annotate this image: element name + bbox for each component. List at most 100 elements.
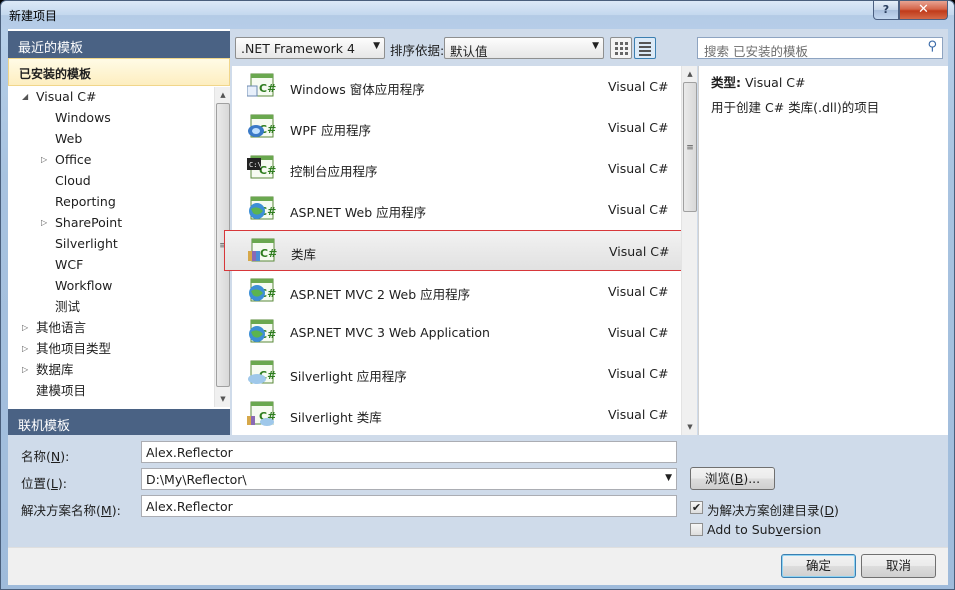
- tree-item[interactable]: Reporting: [55, 192, 116, 212]
- grid-view-icon: [615, 42, 628, 55]
- template-item[interactable]: C# ASP.NET MVC 3 Web Application Visual C#: [232, 312, 681, 353]
- template-name: Silverlight 类库: [290, 410, 382, 425]
- silverlight-icon: C#: [247, 359, 277, 387]
- web-app-icon: C#: [247, 195, 277, 223]
- tree-item-label: Reporting: [55, 194, 116, 209]
- template-item[interactable]: C# Silverlight 类库 Visual C#: [232, 394, 681, 435]
- template-language: Visual C#: [608, 407, 669, 422]
- new-project-dialog: 新建项目 ? ✕ 最近的模板 已安装的模板 ◢ Visual C# Windows W…: [0, 0, 955, 590]
- solution-name-label: 解决方案名称(M):: [21, 503, 121, 518]
- framework-dropdown[interactable]: .NET Framework 4 ▼: [235, 37, 385, 59]
- close-button[interactable]: ✕: [899, 1, 948, 20]
- tree-item-label: Visual C#: [36, 89, 97, 104]
- collapsed-arrow-icon[interactable]: ▷: [22, 318, 28, 338]
- collapsed-arrow-icon[interactable]: ▷: [22, 360, 28, 380]
- recent-templates-header[interactable]: 最近的模板: [8, 31, 230, 58]
- tree-item[interactable]: ▷ SharePoint: [41, 213, 122, 233]
- location-combobox[interactable]: D:\My\Reflector\ ▼: [141, 468, 677, 490]
- tree-item[interactable]: ▷ Office: [41, 150, 92, 170]
- template-name: ASP.NET MVC 2 Web 应用程序: [290, 287, 471, 302]
- search-placeholder: 搜索 已安装的模板: [704, 44, 808, 59]
- svg-text:C:\: C:\: [249, 161, 262, 169]
- framework-value: .NET Framework 4: [241, 41, 355, 56]
- tree-item-label: 建模项目: [36, 383, 87, 398]
- scroll-thumb[interactable]: ≡: [683, 82, 697, 212]
- add-to-subversion-checkbox[interactable]: [690, 523, 703, 536]
- tree-item[interactable]: ◢ Visual C#: [22, 87, 97, 107]
- web-app-icon: C#: [247, 318, 277, 346]
- template-item[interactable]: C# ASP.NET Web 应用程序 Visual C#: [232, 189, 681, 230]
- sort-value: 默认值: [450, 44, 488, 59]
- small-icons-view-button[interactable]: [610, 37, 632, 59]
- template-name: WPF 应用程序: [290, 123, 372, 138]
- scroll-up-icon[interactable]: ▲: [215, 87, 231, 103]
- template-description-pane: 类型: Visual C# 用于创建 C# 类库(.dll)的项目: [698, 66, 948, 435]
- create-directory-checkbox[interactable]: ✔: [690, 501, 703, 514]
- template-name: 控制台应用程序: [290, 164, 378, 179]
- winforms-icon: C#: [246, 72, 277, 100]
- ok-button[interactable]: 确定: [781, 554, 856, 578]
- template-language: Visual C#: [608, 161, 669, 176]
- search-icon[interactable]: ⚲: [927, 39, 937, 54]
- add-to-subversion-label[interactable]: Add to Subversion: [707, 522, 821, 537]
- scroll-down-icon[interactable]: ▼: [215, 391, 231, 407]
- template-language: Visual C#: [608, 120, 669, 135]
- template-item[interactable]: C# C:\ 控制台应用程序 Visual C#: [232, 148, 681, 189]
- title-bar[interactable]: 新建项目 ? ✕: [1, 1, 954, 29]
- tree-item[interactable]: ▷ 其他项目类型: [22, 339, 112, 359]
- collapsed-arrow-icon[interactable]: ▷: [41, 150, 47, 170]
- online-templates-header[interactable]: 联机模板: [8, 409, 230, 435]
- template-item[interactable]: C# Windows 窗体应用程序 Visual C#: [232, 66, 681, 107]
- tree-item-label: Office: [55, 152, 92, 167]
- template-name: ASP.NET MVC 3 Web Application: [290, 325, 490, 340]
- expanded-arrow-icon[interactable]: ◢: [22, 87, 28, 107]
- create-directory-label[interactable]: 为解决方案创建目录(D): [707, 500, 839, 519]
- sort-dropdown[interactable]: 默认值 ▼: [444, 37, 604, 59]
- template-list-scrollbar[interactable]: ▲ ≡ ▼: [681, 66, 697, 435]
- tree-item[interactable]: Cloud: [55, 171, 91, 191]
- dialog-footer: 确定 取消: [8, 547, 948, 585]
- console-icon: C# C:\: [247, 154, 277, 182]
- template-name: Windows 窗体应用程序: [290, 82, 425, 97]
- tree-item-label: Cloud: [55, 173, 91, 188]
- template-language: Visual C#: [609, 244, 670, 259]
- cancel-button[interactable]: 取消: [861, 554, 936, 578]
- type-label: 类型:: [711, 75, 741, 90]
- tree-item[interactable]: Silverlight: [55, 234, 118, 254]
- type-value: Visual C#: [744, 75, 806, 90]
- chevron-down-icon[interactable]: ▼: [665, 473, 672, 483]
- template-description: 用于创建 C# 类库(.dll)的项目: [711, 100, 880, 115]
- tree-item[interactable]: ▷ 数据库: [22, 360, 74, 380]
- help-button[interactable]: ?: [873, 1, 899, 20]
- collapsed-arrow-icon[interactable]: ▷: [41, 213, 47, 233]
- tree-item[interactable]: Web: [55, 129, 82, 149]
- tree-item[interactable]: 测试: [55, 297, 80, 317]
- tree-item-label: 其他项目类型: [36, 341, 112, 356]
- template-item[interactable]: C# ASP.NET MVC 2 Web 应用程序 Visual C#: [232, 271, 681, 312]
- scroll-up-icon[interactable]: ▲: [682, 66, 698, 82]
- window-title: 新建项目: [9, 9, 58, 23]
- template-item[interactable]: C# Silverlight 应用程序 Visual C#: [232, 353, 681, 394]
- web-app-icon: C#: [247, 277, 277, 305]
- solution-name-input[interactable]: Alex.Reflector: [141, 495, 677, 517]
- tree-item[interactable]: Windows: [55, 108, 111, 128]
- tree-item[interactable]: 建模项目: [36, 381, 86, 401]
- template-item[interactable]: C# WPF 应用程序 Visual C#: [232, 107, 681, 148]
- tree-item-label: Web: [55, 131, 83, 146]
- browse-button[interactable]: 浏览(B)...: [690, 467, 775, 490]
- location-value: D:\My\Reflector\: [146, 472, 247, 487]
- tree-item[interactable]: Workflow: [55, 276, 112, 296]
- details-view-button[interactable]: [634, 37, 656, 59]
- template-language: Visual C#: [608, 202, 669, 217]
- project-name-input[interactable]: Alex.Reflector: [141, 441, 677, 463]
- template-language: Visual C#: [608, 284, 669, 299]
- collapsed-arrow-icon[interactable]: ▷: [22, 339, 28, 359]
- tree-item[interactable]: WCF: [55, 255, 83, 275]
- scroll-down-icon[interactable]: ▼: [682, 419, 698, 435]
- search-templates-input[interactable]: 搜索 已安装的模板 ⚲: [697, 37, 943, 59]
- tree-item[interactable]: ▷ 其他语言: [22, 318, 86, 338]
- installed-templates-header[interactable]: 已安装的模板: [8, 58, 230, 86]
- template-item[interactable]: C# 类库 Visual C#: [224, 230, 683, 271]
- template-language: Visual C#: [608, 325, 669, 340]
- chevron-down-icon: ▼: [592, 41, 599, 51]
